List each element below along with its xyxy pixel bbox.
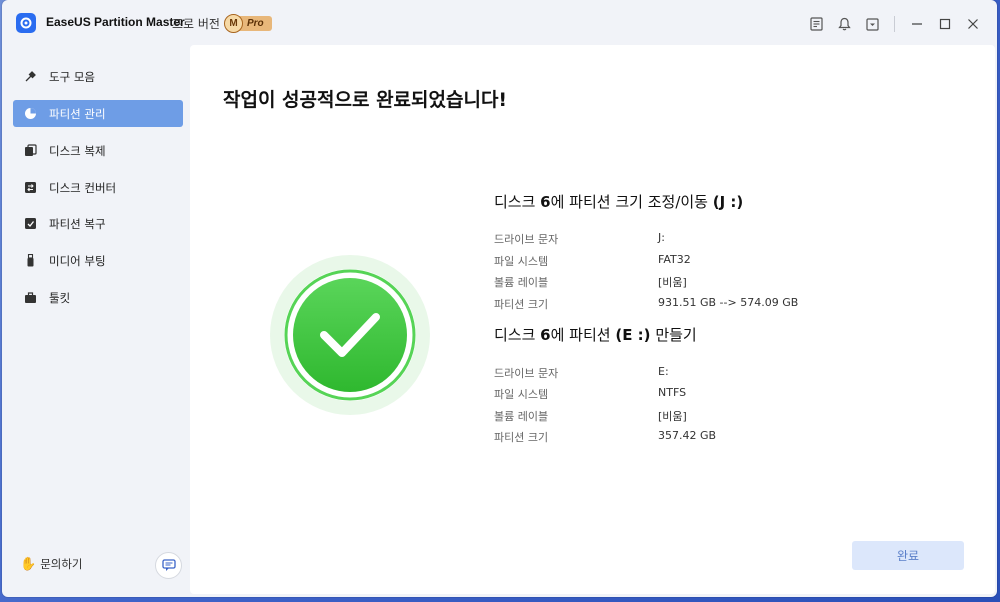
titlebar-divider bbox=[894, 16, 895, 32]
main-panel: 작업이 성공적으로 완료되었습니다! 디스크 6에 파티션 크기 조정/이동 (… bbox=[190, 45, 995, 594]
sidebar-item-disk-converter[interactable]: 디스크 컨버터 bbox=[13, 174, 183, 201]
sidebar-item-label: 미디어 부팅 bbox=[49, 253, 106, 268]
usb-icon bbox=[23, 254, 37, 268]
app-logo-icon bbox=[16, 13, 36, 33]
hand-icon: ✋ bbox=[20, 556, 37, 572]
sidebar-item-label: 파티션 관리 bbox=[49, 106, 106, 121]
sidebar-item-partition-manager[interactable]: 파티션 관리 bbox=[13, 100, 183, 127]
sidebar-item-label: 툴킷 bbox=[49, 290, 71, 305]
section-title-create: 디스크 6에 파티션 (E :) 만들기 bbox=[494, 326, 697, 344]
row-label: 드라이브 문자 bbox=[494, 233, 559, 246]
row-value: J: bbox=[658, 231, 665, 244]
row-label: 볼륨 레이블 bbox=[494, 276, 549, 289]
row-value: [비움] bbox=[658, 276, 687, 289]
pro-badge-m: M bbox=[224, 14, 243, 33]
recovery-icon bbox=[23, 217, 37, 231]
chat-button[interactable] bbox=[155, 552, 182, 579]
page-title: 작업이 성공적으로 완료되었습니다! bbox=[223, 89, 508, 111]
row-label: 파일 시스템 bbox=[494, 388, 549, 401]
sidebar-item-media-boot[interactable]: 미디어 부팅 bbox=[13, 247, 183, 274]
minimize-icon[interactable] bbox=[903, 14, 931, 34]
sidebar-item-toolkit[interactable]: 툴킷 bbox=[13, 284, 183, 311]
sidebar-item-partition-recovery[interactable]: 파티션 복구 bbox=[13, 210, 183, 237]
notes-icon[interactable] bbox=[802, 14, 830, 34]
sidebar-item-label: 파티션 복구 bbox=[49, 216, 106, 231]
row-value: FAT32 bbox=[658, 253, 691, 266]
app-window: EaseUS Partition Master 프로 버전 M Pro 도구 모… bbox=[2, 0, 997, 597]
converter-icon bbox=[23, 181, 37, 195]
pro-badge[interactable]: M Pro bbox=[224, 14, 280, 33]
close-icon[interactable] bbox=[959, 14, 987, 34]
titlebar-icons bbox=[802, 14, 987, 34]
bell-icon[interactable] bbox=[830, 14, 858, 34]
row-value: 357.42 GB bbox=[658, 429, 717, 442]
dropdown-box-icon[interactable] bbox=[858, 14, 886, 34]
section-title-resize: 디스크 6에 파티션 크기 조정/이동 (J :) bbox=[494, 193, 744, 211]
help-label: 문의하기 bbox=[40, 557, 83, 571]
title-bar: EaseUS Partition Master 프로 버전 M Pro bbox=[2, 0, 997, 46]
app-title: EaseUS Partition Master bbox=[46, 15, 185, 29]
toolkit-icon bbox=[23, 291, 37, 305]
clone-icon bbox=[23, 144, 37, 158]
row-label: 파티션 크기 bbox=[494, 298, 549, 311]
sidebar-item-disk-clone[interactable]: 디스크 복제 bbox=[13, 137, 183, 164]
row-label: 볼륨 레이블 bbox=[494, 410, 549, 423]
sidebar-item-label: 도구 모음 bbox=[49, 69, 95, 84]
row-value: [비움] bbox=[658, 410, 687, 423]
sidebar-item-tools[interactable]: 도구 모음 bbox=[13, 63, 183, 90]
app-edition: 프로 버전 bbox=[172, 17, 220, 31]
maximize-icon[interactable] bbox=[931, 14, 959, 34]
sidebar-item-label: 디스크 복제 bbox=[49, 143, 106, 158]
sidebar-item-label: 디스크 컨버터 bbox=[49, 180, 117, 195]
tools-icon bbox=[23, 70, 37, 84]
row-value: E: bbox=[658, 365, 669, 378]
chat-icon bbox=[161, 559, 176, 571]
row-value: NTFS bbox=[658, 386, 687, 399]
success-icon bbox=[270, 255, 430, 415]
done-button[interactable]: 완료 bbox=[852, 541, 964, 570]
row-label: 파티션 크기 bbox=[494, 431, 549, 444]
row-value: 931.51 GB --> 574.09 GB bbox=[658, 296, 799, 309]
pie-chart-icon bbox=[23, 107, 37, 121]
sidebar: 도구 모음 파티션 관리 디스크 복제 디스크 컨버터 파티션 복구 미디어 부… bbox=[2, 46, 190, 597]
row-label: 파일 시스템 bbox=[494, 255, 549, 268]
help-link[interactable]: ✋ 문의하기 bbox=[20, 556, 83, 572]
row-label: 드라이브 문자 bbox=[494, 367, 559, 380]
